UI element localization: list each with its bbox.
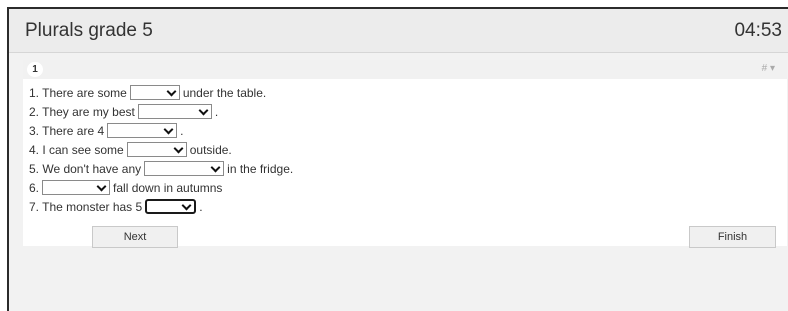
chevron-down-icon <box>166 86 177 96</box>
line-3-prefix: 3. There are 4 <box>29 123 105 138</box>
line-2-prefix: 2. They are my best <box>29 104 135 119</box>
quiz-window: Plurals grade 5 04:53 1 # ▾ 1. There are… <box>7 7 788 311</box>
line-5-prefix: 5. We don't have any <box>29 161 142 176</box>
answer-select-7[interactable] <box>145 199 197 214</box>
answer-select-4[interactable] <box>126 142 187 157</box>
question-line-7: 7. The monster has 5 . <box>29 197 293 216</box>
question-line-1: 1. There are some under the table. <box>29 83 293 102</box>
question-line-6: 6. fall down in autumns <box>29 178 293 197</box>
question-lines: 1. There are some under the table. 2. Th… <box>29 83 293 216</box>
line-3-suffix: . <box>180 123 184 138</box>
line-7-suffix: . <box>199 199 203 214</box>
question-number-badge: 1 <box>27 62 43 77</box>
question-line-5: 5. We don't have any in the fridge. <box>29 159 293 178</box>
answer-select-2[interactable] <box>137 104 212 119</box>
answer-select-6[interactable] <box>42 180 111 195</box>
finish-button[interactable]: Finish <box>689 226 776 248</box>
next-button[interactable]: Next <box>92 226 178 248</box>
chevron-down-icon <box>163 124 174 134</box>
question-panel: 1 # ▾ 1. There are some under the table.… <box>23 60 787 248</box>
line-1-prefix: 1. There are some <box>29 85 127 100</box>
quiz-header: Plurals grade 5 04:53 <box>9 9 788 53</box>
question-line-2: 2. They are my best . <box>29 102 293 121</box>
line-6-suffix: fall down in autumns <box>113 180 223 195</box>
chevron-down-icon <box>96 181 107 191</box>
countdown-timer: 04:53 <box>734 20 782 41</box>
chevron-down-icon <box>173 143 184 153</box>
line-5-suffix: in the fridge. <box>227 161 294 176</box>
chevron-down-icon <box>198 105 209 115</box>
question-line-4: 4. I can see some outside. <box>29 140 293 159</box>
line-1-suffix: under the table. <box>182 85 267 100</box>
question-header-bar: 1 # ▾ <box>23 60 787 79</box>
chevron-down-icon <box>210 162 221 172</box>
flag-menu-toggle[interactable]: # ▾ <box>762 63 775 74</box>
line-2-suffix: . <box>214 104 219 119</box>
answer-select-5[interactable] <box>144 161 225 176</box>
line-6-prefix: 6. <box>29 180 40 195</box>
quiz-title: Plurals grade 5 <box>25 20 153 41</box>
chevron-down-icon <box>181 200 192 210</box>
answer-select-1[interactable] <box>129 85 180 100</box>
line-7-prefix: 7. The monster has 5 <box>29 199 143 214</box>
line-4-suffix: outside. <box>189 142 232 157</box>
answer-select-3[interactable] <box>107 123 178 138</box>
line-4-prefix: 4. I can see some <box>29 142 124 157</box>
question-line-3: 3. There are 4 . <box>29 121 293 140</box>
